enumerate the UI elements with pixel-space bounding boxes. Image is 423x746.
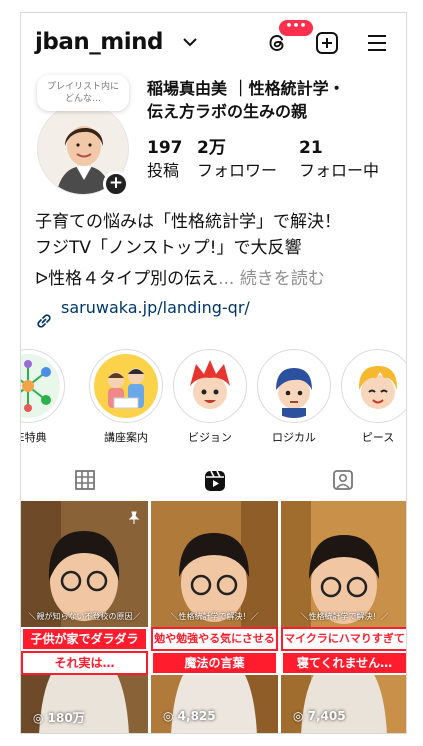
full-name-line-2: 伝え方ラボの生みの親 (147, 102, 308, 121)
posts-count: 197 (147, 138, 183, 158)
highlight-course-info[interactable]: 講座案内 (89, 349, 163, 445)
following-count: 21 (299, 138, 323, 158)
username[interactable]: jban_mind (35, 29, 163, 55)
view-count-value: 180万 (47, 711, 85, 725)
blue-hair-character-icon (262, 354, 326, 418)
profile-tabs (21, 459, 406, 503)
reels-icon (205, 470, 225, 491)
reel-banner-2: それ実は… (21, 651, 148, 675)
view-count-value: 7,405 (307, 709, 346, 723)
posts-stat: 197 投稿 (147, 137, 183, 183)
reel-banner-1: マイクラにハマりすぎて (281, 627, 406, 651)
top-bar: jban_mind ••• (21, 13, 406, 69)
highlight-label: ピース (361, 431, 395, 444)
bio: 子育ての悩みは「性格統計学」で解決！ フジTV「ノンストップ!」で大反響 (35, 209, 400, 261)
reel-thumbnail[interactable]: ＼性格統計学で解決！／ 勉や勉強やる気にさせる 魔法の言葉 ◎ 4,825 (151, 501, 278, 733)
highlight-label: ビジョン (188, 431, 232, 444)
highlight-label: 講座案内 (104, 431, 148, 444)
bio-line-3: ᐅ性格４タイプ別の伝え (35, 269, 219, 289)
tab-grid[interactable] (21, 459, 150, 503)
note-bubble[interactable]: プレイリスト内にどんな… (37, 75, 129, 111)
menu-icon[interactable] (365, 31, 389, 55)
reel-banner-2: 魔法の言葉 (151, 651, 278, 675)
highlight-ne-tokuten[interactable]: NE特典 (21, 349, 65, 445)
tab-reels[interactable] (150, 459, 279, 503)
notification-badge: ••• (279, 20, 313, 36)
reel-banner-1: 勉や勉強やる気にさせる (151, 627, 278, 651)
read-more-link[interactable]: ... 続きを読む (218, 269, 325, 289)
bio-line-1: 子育ての悩みは「性格統計学」で解決！ (35, 212, 341, 232)
highlight-peace[interactable]: ピース (341, 349, 406, 445)
full-name-line-1: 稲場真由美 ｜性格統計学・ (147, 79, 345, 98)
highlight-logical[interactable]: ロジカル (257, 349, 331, 445)
bio-line-2: フジTV「ノンストップ!」で大反響 (35, 238, 302, 258)
reel-banner-2: 寝てくれません… (281, 651, 406, 675)
yellow-hair-character-icon (346, 354, 406, 418)
view-count: ◎ 4,825 (163, 709, 216, 723)
followers-stat[interactable]: 2万 フォロワー (197, 137, 277, 183)
reel-banner-1: 子供が家でダラダラ (21, 627, 148, 651)
followers-label: フォロワー (197, 161, 278, 180)
pin-icon (128, 511, 140, 524)
followers-count: 2万 (197, 138, 226, 158)
profile-screen: jban_mind ••• プレイリスト内にどんな… + 稲場真由美 ｜性格統計… (20, 12, 407, 734)
full-name: 稲場真由美 ｜性格統計学・ 伝え方ラボの生みの親 (147, 77, 402, 123)
reel-caption: ＼親が知らない不登校の原因／ (28, 612, 141, 621)
tab-tagged[interactable] (279, 459, 406, 503)
reel-caption: ＼性格統計学で解決！／ (300, 612, 389, 621)
reel-thumbnail[interactable]: ＼性格統計学で解決！／ マイクラにハマりすぎて 寝てくれません… ◎ 7,405 (281, 501, 406, 733)
highlight-label: NE特典 (21, 431, 47, 444)
network-people-icon (21, 354, 60, 418)
following-label: フォロー中 (299, 161, 380, 180)
link-icon (37, 314, 51, 328)
reel-thumbnail[interactable]: ＼親が知らない不登校の原因／ 子供が家でダラダラ それ実は… ◎ 180万 (21, 501, 148, 733)
view-count-value: 4,825 (177, 709, 216, 723)
family-illustration-icon (94, 354, 158, 418)
view-count: ◎ 7,405 (293, 709, 346, 723)
chevron-down-icon[interactable] (181, 35, 199, 49)
highlight-vision[interactable]: ビジョン (173, 349, 247, 445)
add-story-icon[interactable]: + (103, 171, 129, 197)
bio-line-3-row: ᐅ性格４タイプ別の伝え... 続きを読む (35, 266, 400, 292)
view-count: ◎ 180万 (33, 711, 85, 725)
reels-grid: ＼親が知らない不登校の原因／ 子供が家でダラダラ それ実は… ◎ 180万 ＼性… (21, 501, 406, 733)
highlight-label: ロジカル (272, 431, 316, 444)
red-hair-character-icon (178, 354, 242, 418)
reel-caption: ＼性格統計学で解決！／ (170, 612, 259, 621)
following-stat[interactable]: 21 フォロー中 (299, 137, 379, 183)
website-link[interactable]: saruwaka.jp/landing-qr/ (61, 298, 250, 317)
grid-icon (75, 470, 95, 490)
posts-label: 投稿 (147, 161, 180, 180)
create-post-icon[interactable] (315, 31, 339, 55)
tagged-person-icon (333, 470, 353, 490)
